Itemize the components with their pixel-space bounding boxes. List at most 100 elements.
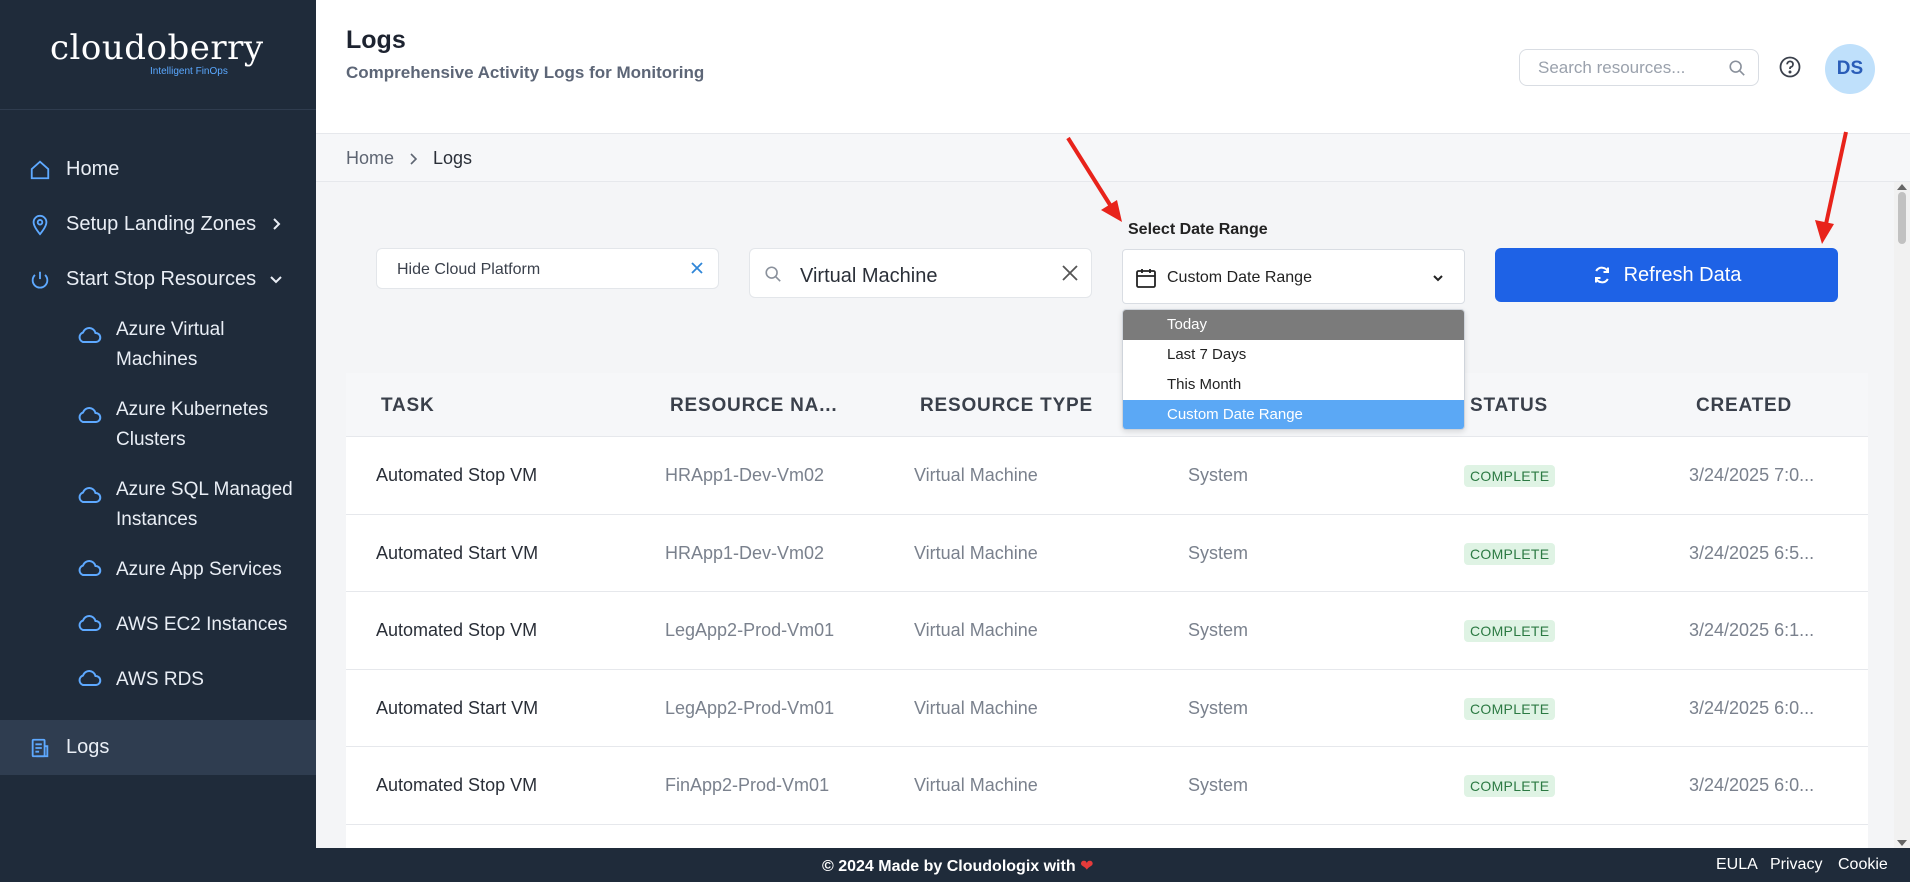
sidebar-item-setup-landing-zones[interactable]: Setup Landing Zones	[0, 197, 316, 252]
help-icon[interactable]	[1778, 55, 1804, 81]
page-title: Logs	[346, 26, 406, 54]
cell-task: Automated Start VM	[376, 697, 539, 718]
sidebar-item-label: AWS EC2 Instances	[116, 614, 288, 635]
sidebar-item-aws-ec2-instances[interactable]: AWS EC2 Instances	[0, 610, 316, 665]
cell-created: 3/24/2025 7:0...	[1689, 465, 1815, 485]
table-row[interactable]: Automated Start VM HRApp1-Dev-Vm02 Virtu…	[346, 515, 1868, 592]
sidebar-item-label: Azure Virtual Machines	[116, 319, 225, 370]
table-row[interactable]: Automated Start VM LegApp2-Prod-Vm01 Vir…	[346, 670, 1868, 747]
scroll-up-icon[interactable]	[1897, 184, 1907, 190]
sidebar-item-aws-rds[interactable]: AWS RDS	[0, 665, 316, 720]
cell-user: System	[1188, 697, 1249, 718]
cloud-icon	[76, 667, 102, 693]
search-value[interactable]: Virtual Machine	[800, 265, 937, 288]
sidebar-item-azure-sql-managed-instances[interactable]: Azure SQL Managed Instances	[0, 475, 316, 555]
cloud-icon	[76, 612, 102, 638]
chip-label: Hide Cloud Platform	[397, 261, 541, 278]
heart-icon: ❤	[1080, 858, 1094, 875]
page-subtitle: Comprehensive Activity Logs for Monitori…	[346, 63, 705, 82]
page-scrollbar[interactable]	[1894, 182, 1910, 848]
search-icon[interactable]	[1728, 59, 1746, 82]
date-range-value: Custom Date Range	[1167, 269, 1312, 286]
date-range-label: Select Date Range	[1128, 221, 1268, 238]
sidebar-item-azure-virtual-machines[interactable]: Azure Virtual Machines	[0, 315, 316, 395]
sidebar-item-label: Logs	[66, 736, 110, 758]
refresh-icon	[1592, 265, 1612, 285]
cell-resource-type: Virtual Machine	[914, 775, 1038, 795]
cell-user: System	[1188, 775, 1249, 795]
cell-resource-type: Virtual Machine	[914, 620, 1038, 640]
clear-icon[interactable]	[690, 261, 704, 280]
sidebar-item-start-stop-resources[interactable]: Start Stop Resources	[0, 252, 316, 307]
sidebar-item-azure-kubernetes-clusters[interactable]: Azure Kubernetes Clusters	[0, 395, 316, 475]
sidebar-item-label: Start Stop Resources	[66, 268, 257, 290]
breadcrumb-home[interactable]: Home	[346, 148, 394, 169]
logs-icon	[28, 736, 52, 760]
scroll-thumb[interactable]	[1898, 192, 1906, 244]
column-header-status[interactable]: STATUS	[1470, 395, 1548, 417]
cell-task: Automated Stop VM	[376, 775, 538, 795]
logs-table: TASK RESOURCE NA... RESOURCE TYPE STATUS…	[346, 373, 1868, 848]
cell-user: System	[1188, 620, 1249, 640]
cell-task: Automated Stop VM	[376, 465, 538, 485]
cell-task: Automated Start VM	[376, 542, 539, 563]
column-header-task[interactable]: TASK	[381, 395, 435, 417]
date-option-last-7-days[interactable]: Last 7 Days	[1123, 340, 1464, 370]
sidebar: cloudoberry Intelligent FinOps Home Setu…	[0, 0, 316, 848]
footer-copyright: © 2024 Made by Cloudologix with ❤	[822, 856, 1093, 876]
chevron-down-icon[interactable]	[268, 270, 284, 286]
footer-link-eula[interactable]: EULA	[1716, 856, 1758, 874]
column-header-resource-name[interactable]: RESOURCE NA...	[670, 395, 837, 417]
cell-resource-type: Virtual Machine	[914, 542, 1038, 563]
sidebar-item-home[interactable]: Home	[0, 142, 316, 197]
cell-resource-name: HRApp1-Dev-Vm02	[665, 465, 825, 485]
column-header-created[interactable]: CREATED	[1696, 395, 1792, 417]
footer: © 2024 Made by Cloudologix with ❤ EULA P…	[0, 848, 1910, 882]
sidebar-item-logs[interactable]: Logs	[0, 720, 316, 775]
footer-link-cookie[interactable]: Cookie	[1838, 856, 1888, 874]
brand-logo[interactable]: cloudoberry Intelligent FinOps	[0, 0, 316, 110]
sidebar-item-label: Home	[66, 158, 120, 180]
avatar[interactable]: DS	[1825, 44, 1875, 94]
power-icon	[28, 268, 52, 292]
table-row[interactable]: Automated Stop VM HRApp1-Dev-Vm02 Virtua…	[346, 437, 1868, 515]
app-window: cloudoberry Intelligent FinOps Home Setu…	[0, 0, 1910, 882]
chevron-right-icon[interactable]	[268, 215, 284, 231]
cell-created: 3/24/2025 6:0...	[1689, 775, 1815, 795]
sidebar-item-label: AWS RDS	[116, 669, 204, 690]
refresh-label: Refresh Data	[1623, 263, 1742, 286]
table-row[interactable]: Automated Stop VM LegApp2-Prod-Vm01 Virt…	[346, 592, 1868, 670]
table-header: TASK RESOURCE NA... RESOURCE TYPE STATUS…	[346, 373, 1868, 437]
refresh-data-button[interactable]: Refresh Data	[1495, 248, 1838, 302]
status-badge: COMPLETE	[1464, 465, 1556, 487]
cell-resource-type: Virtual Machine	[914, 465, 1038, 485]
page-header: Logs Comprehensive Activity Logs for Mon…	[316, 0, 1910, 134]
cell-created: 3/24/2025 6:0...	[1689, 697, 1815, 718]
cell-resource-name: HRApp1-Dev-Vm02	[665, 542, 825, 563]
date-option-custom-date-range[interactable]: Custom Date Range	[1123, 400, 1464, 429]
date-option-today[interactable]: Today	[1123, 310, 1464, 340]
sidebar-item-azure-app-services[interactable]: Azure App Services	[0, 555, 316, 610]
sidebar-nav: Home Setup Landing Zones Start Stop Reso…	[0, 110, 316, 775]
date-option-this-month[interactable]: This Month	[1123, 370, 1464, 400]
close-icon[interactable]	[1061, 264, 1079, 287]
search-icon	[764, 265, 782, 288]
scroll-down-icon[interactable]	[1897, 840, 1907, 846]
brand-name: cloudoberry	[50, 28, 264, 68]
hide-cloud-platform-chip[interactable]: Hide Cloud Platform	[376, 248, 719, 289]
chevron-down-icon	[1432, 271, 1444, 289]
column-header-resource-type[interactable]: RESOURCE TYPE	[920, 395, 1093, 417]
search-input[interactable]	[1538, 58, 1718, 78]
date-range-select[interactable]: Custom Date Range	[1122, 249, 1465, 304]
location-pin-icon	[28, 213, 52, 237]
cell-resource-name: LegApp2-Prod-Vm01	[665, 620, 835, 640]
footer-link-privacy[interactable]: Privacy	[1770, 856, 1822, 874]
resource-type-search[interactable]: Virtual Machine	[749, 248, 1092, 298]
calendar-icon	[1135, 267, 1157, 294]
cloud-icon	[76, 324, 102, 350]
breadcrumb-current: Logs	[433, 148, 473, 168]
cell-task: Automated Stop VM	[376, 620, 538, 640]
table-row[interactable]: Automated Stop VM FinApp2-Prod-Vm01 Virt…	[346, 747, 1868, 825]
cloud-icon	[76, 484, 102, 510]
search-box[interactable]	[1519, 49, 1759, 86]
